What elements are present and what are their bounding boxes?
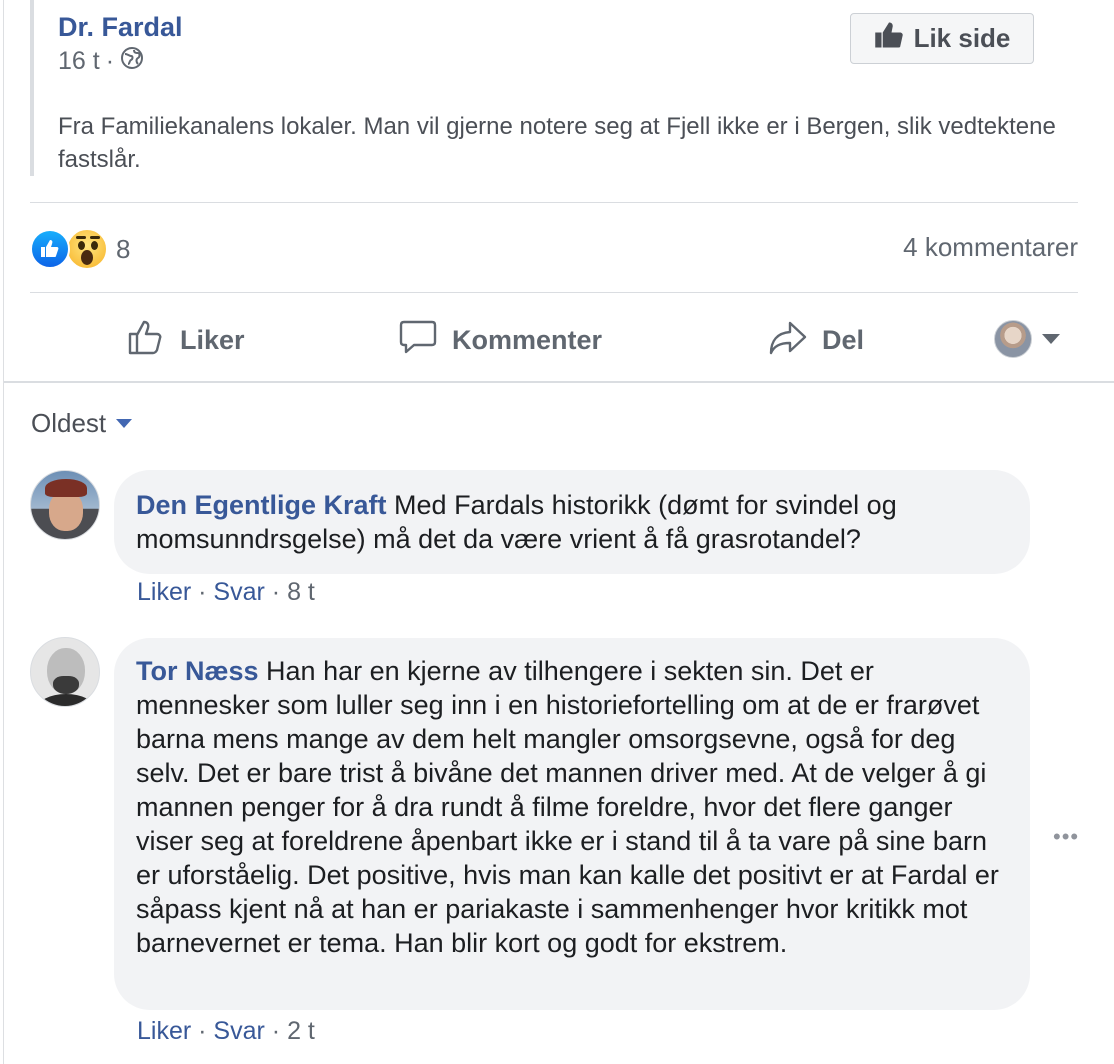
comment-author[interactable]: Den Egentlige Kraft xyxy=(136,490,387,520)
sort-label: Oldest xyxy=(31,408,107,438)
separator: · xyxy=(271,1017,288,1045)
comment-reply-button[interactable]: Svar xyxy=(213,578,264,606)
comment-author[interactable]: Tor Næss xyxy=(136,656,259,686)
comment-like-button[interactable]: Liker xyxy=(137,1017,191,1045)
divider-comments xyxy=(4,381,1114,383)
comment-like-button[interactable]: Liker xyxy=(137,578,191,606)
share-label: Del xyxy=(822,324,865,355)
thumbs-up-icon xyxy=(874,20,904,57)
separator: · xyxy=(198,1017,214,1045)
share-icon xyxy=(768,317,808,364)
divider-middle xyxy=(30,292,1078,293)
comment-actions: Liker · Svar · 8 t xyxy=(137,578,315,607)
share-button[interactable]: Del xyxy=(768,314,864,366)
like-page-button[interactable]: Lik side xyxy=(850,13,1034,64)
meta-separator: · xyxy=(105,47,115,75)
shared-post-bar xyxy=(30,0,34,176)
comment-time[interactable]: 8 t xyxy=(287,578,315,606)
post-meta: 16 t · xyxy=(58,46,144,77)
comment-icon xyxy=(398,317,438,364)
comment-button[interactable]: Kommenter xyxy=(398,314,602,366)
separator: · xyxy=(198,578,214,606)
chevron-down-icon xyxy=(1042,334,1060,344)
feed-frame-border xyxy=(3,0,4,1064)
post-text: Fra Familiekanalens lokaler. Man vil gje… xyxy=(58,113,1056,173)
like-button[interactable]: Liker xyxy=(126,314,245,366)
comment-sort-dropdown[interactable]: Oldest xyxy=(31,408,133,439)
like-reaction-icon xyxy=(30,229,70,269)
reaction-count: 8 xyxy=(116,233,131,264)
avatar xyxy=(994,320,1032,358)
comments-count[interactable]: 4 kommentarer xyxy=(903,232,1078,263)
more-options-icon[interactable]: ••• xyxy=(1053,824,1079,850)
avatar[interactable] xyxy=(30,637,100,707)
comment-bubble: Tor Næss Han har en kjerne av tilhengere… xyxy=(114,638,1030,1010)
comment-bubble: Den Egentlige Kraft Med Fardals historik… xyxy=(114,470,1030,574)
post-time[interactable]: 16 t xyxy=(58,47,100,76)
post-author[interactable]: Dr. Fardal xyxy=(58,12,183,43)
divider-top xyxy=(30,202,1078,203)
reaction-identity-selector[interactable] xyxy=(994,320,1060,358)
wow-reaction-icon xyxy=(66,228,108,270)
comment-text: Han har en kjerne av tilhengere i sekten… xyxy=(136,656,999,958)
shared-post: Dr. Fardal 16 t · Lik side Fra Familieka… xyxy=(30,0,1080,176)
comment-reply-button[interactable]: Svar xyxy=(213,1017,264,1045)
reactions-summary[interactable]: 8 xyxy=(30,228,130,270)
separator: · xyxy=(271,578,288,606)
thumbs-up-icon xyxy=(126,317,166,364)
chevron-down-icon xyxy=(116,419,133,428)
comment-actions: Liker · Svar · 2 t xyxy=(137,1017,315,1046)
comment-label: Kommenter xyxy=(452,324,603,355)
comment-time[interactable]: 2 t xyxy=(287,1017,315,1045)
globe-icon[interactable] xyxy=(120,46,144,77)
avatar[interactable] xyxy=(30,470,100,540)
like-label: Liker xyxy=(180,324,245,355)
like-page-label: Lik side xyxy=(913,23,1011,53)
